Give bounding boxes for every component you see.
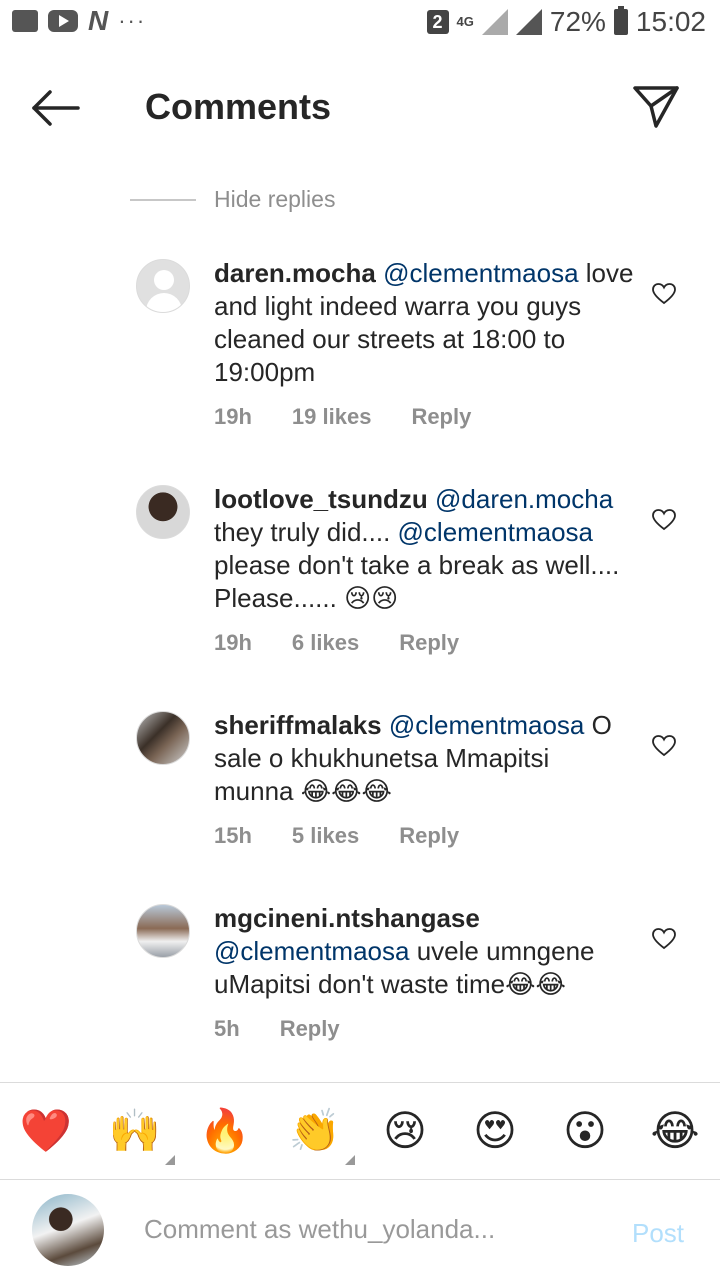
reply-button[interactable]: Reply	[280, 1016, 340, 1042]
comment-username[interactable]: sheriffmalaks	[214, 710, 382, 740]
heart-icon[interactable]	[652, 283, 676, 305]
comment-input[interactable]	[144, 1214, 584, 1245]
reply-button[interactable]: Reply	[411, 404, 471, 430]
comment-meta: 15h 5 likes Reply	[214, 823, 499, 849]
signal-icon-2	[515, 9, 542, 35]
battery-percent: 72%	[549, 6, 606, 37]
comment-time: 15h	[214, 823, 252, 848]
clapping-emoji-button[interactable]: 👏	[287, 1105, 355, 1165]
heart-eyes-emoji-button[interactable]: 😍	[467, 1105, 523, 1157]
more-dots-icon: ···	[118, 8, 147, 33]
comment-likes[interactable]: 5 likes	[292, 823, 359, 849]
image-icon	[12, 10, 38, 32]
status-bar: N ··· 2 4G 72% 15:02	[0, 0, 720, 48]
comment-mention[interactable]: @clementmaosa	[389, 710, 584, 740]
comment-username[interactable]: lootlove_tsundzu	[214, 484, 428, 514]
paper-plane-icon[interactable]	[632, 84, 680, 130]
comment-mention[interactable]: @clementmaosa	[214, 936, 409, 966]
comment-time: 5h	[214, 1016, 240, 1041]
comment-mention[interactable]: @daren.mocha	[435, 484, 613, 514]
emoji-bar: ❤️ 🙌 🔥 👏 😢 😍 😮 😂	[0, 1082, 720, 1180]
comment-username[interactable]: mgcineni.ntshangase	[214, 903, 480, 933]
comment-likes[interactable]: 6 likes	[292, 630, 359, 656]
avatar[interactable]	[136, 485, 190, 539]
comment-time: 19h	[214, 404, 252, 429]
comment-text: they truly did....	[214, 517, 398, 547]
avatar[interactable]	[136, 904, 190, 958]
status-bar-system: 2 4G 72% 15:02	[426, 6, 706, 38]
hide-replies-toggle[interactable]: Hide replies	[130, 186, 335, 213]
comment-composer: Post	[0, 1180, 720, 1280]
comment-meta: 19h 6 likes Reply	[214, 630, 499, 656]
battery-icon	[613, 6, 628, 35]
heart-emoji-button[interactable]: ❤️	[18, 1105, 74, 1157]
sim-indicator: 2	[426, 10, 449, 34]
page-title: Comments	[145, 86, 332, 127]
comment-likes[interactable]: 19 likes	[292, 404, 372, 430]
post-button[interactable]: Post	[632, 1218, 684, 1249]
youtube-icon	[48, 10, 78, 32]
reply-button[interactable]: Reply	[399, 823, 459, 849]
avatar[interactable]	[136, 711, 190, 765]
signal-icon	[481, 9, 508, 35]
status-bar-notifications: N ···	[12, 5, 147, 36]
comment-username[interactable]: daren.mocha	[214, 258, 376, 288]
reply-button[interactable]: Reply	[399, 630, 459, 656]
n-app-icon: N	[88, 5, 109, 36]
comment-body: mgcineni.ntshangase @clementmaosa uvele …	[214, 902, 634, 1001]
laughing-emoji-button[interactable]: 😂	[647, 1105, 703, 1157]
comment-time: 19h	[214, 630, 252, 655]
clock: 15:02	[635, 6, 706, 37]
comment-body: sheriffmalaks @clementmaosa O sale o khu…	[214, 709, 634, 808]
comments-header: Comments	[0, 60, 720, 150]
raised-hands-emoji-button[interactable]: 🙌	[107, 1105, 175, 1165]
network-type: 4G	[456, 14, 474, 29]
surprised-emoji-button[interactable]: 😮	[557, 1105, 613, 1157]
comment-text-2: please don't take a break as well.... Pl…	[214, 550, 620, 613]
arrow-left-icon[interactable]	[30, 88, 82, 128]
heart-icon[interactable]	[652, 735, 676, 757]
skin-tone-indicator	[165, 1155, 175, 1165]
comment-meta: 5h Reply	[214, 1016, 380, 1042]
fire-emoji-button[interactable]: 🔥	[197, 1105, 253, 1157]
heart-icon[interactable]	[652, 928, 676, 950]
current-user-avatar	[32, 1194, 104, 1266]
hide-replies-label: Hide replies	[214, 186, 336, 212]
comment-body: daren.mocha @clementmaosa love and light…	[214, 257, 634, 389]
comment-mention[interactable]: @clementmaosa	[383, 258, 578, 288]
comment-mention-2[interactable]: @clementmaosa	[398, 517, 593, 547]
skin-tone-indicator	[345, 1155, 355, 1165]
comment-meta: 19h 19 likes Reply	[214, 404, 511, 430]
comment-body: lootlove_tsundzu @daren.mocha they truly…	[214, 483, 634, 615]
heart-icon[interactable]	[652, 509, 676, 531]
crying-emoji-button[interactable]: 😢	[377, 1105, 433, 1157]
divider-line	[130, 198, 196, 201]
avatar[interactable]	[136, 259, 190, 313]
